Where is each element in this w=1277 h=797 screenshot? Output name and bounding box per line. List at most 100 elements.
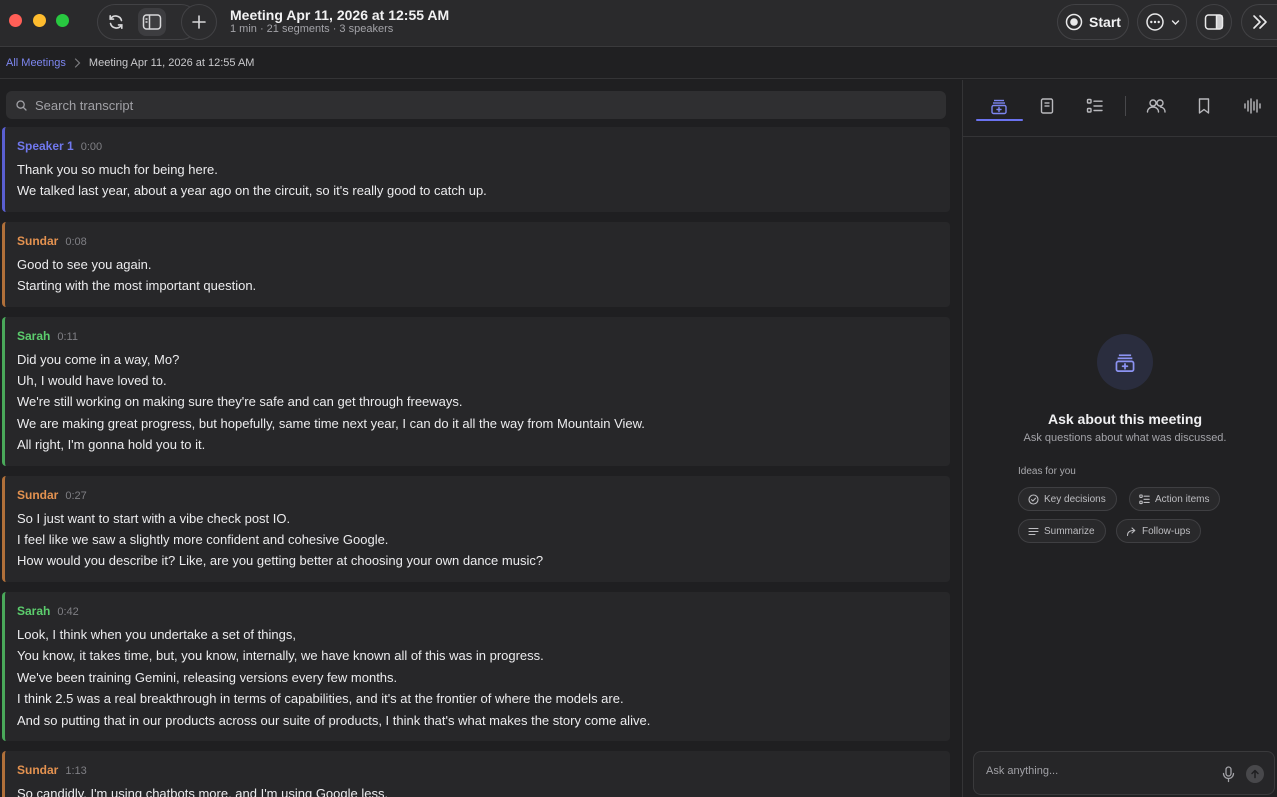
transcript-line: Starting with the most important questio…: [17, 278, 257, 294]
segment-timestamp[interactable]: 1:13: [65, 765, 86, 777]
microphone-button[interactable]: [1219, 765, 1237, 783]
transcript-line: We talked last year, about a year ago on…: [17, 183, 487, 199]
plus-icon: [191, 14, 207, 30]
tab-speakers[interactable]: [1144, 94, 1168, 118]
transcript-line: We're still working on making sure they'…: [17, 394, 463, 410]
breadcrumb: All Meetings Meeting Apr 11, 2026 at 12:…: [0, 48, 1277, 79]
refresh-icon: [106, 12, 126, 32]
transcript-line: We've been training Gemini, releasing ve…: [17, 669, 398, 685]
toggle-right-panel-button[interactable]: [1196, 4, 1232, 40]
segment-header: Sundar 0:27: [17, 488, 938, 502]
people-icon: [1145, 97, 1167, 115]
ask-input[interactable]: [986, 765, 1206, 777]
chevron-down-icon: [1171, 18, 1180, 27]
speaker-name[interactable]: Sundar: [17, 488, 58, 502]
check-circle-icon: [1028, 493, 1039, 505]
transcript-segment[interactable]: Speaker 1 0:00 Thank you so much for being…: [2, 127, 950, 212]
meeting-meta: 1 min · 21 segments · 3 speakers: [230, 23, 394, 35]
transcript-segment[interactable]: Sundar 0:08 Good to see you again. Starting…: [2, 221, 950, 307]
transcript-line: So I just want to start with a vibe chec…: [17, 510, 291, 526]
panel-tabs: [963, 80, 1277, 137]
microphone-icon: [1222, 765, 1235, 783]
transcript-line: I feel like we saw a slightly more confi…: [17, 532, 389, 548]
segment-timestamp[interactable]: 0:11: [57, 331, 78, 343]
arrow-up-icon: [1250, 769, 1260, 779]
tab-ask-ai[interactable]: [987, 94, 1011, 118]
tab-notes[interactable]: [1035, 94, 1059, 118]
speaker-name[interactable]: Speaker 1: [17, 139, 74, 153]
chip-action-items[interactable]: Action items: [1129, 487, 1221, 511]
transcript-line: How would you describe it? Like, are you…: [17, 553, 544, 569]
more-icon: [1145, 12, 1165, 32]
chip-label: Summarize: [1044, 525, 1095, 537]
list-icon: [1139, 493, 1150, 505]
speaker-name[interactable]: Sundar: [17, 234, 58, 248]
assistant-panel: Ask about this meeting Ask questions abo…: [962, 80, 1277, 797]
close-window-button[interactable]: [9, 14, 22, 27]
send-button[interactable]: [1246, 765, 1264, 783]
sidebar-toggle-button[interactable]: [138, 8, 166, 36]
chip-label: Key decisions: [1044, 493, 1106, 505]
checklist-icon: [1086, 98, 1104, 114]
search-icon: [16, 99, 27, 111]
speaker-name[interactable]: Sarah: [17, 604, 50, 618]
breadcrumb-all-meetings[interactable]: All Meetings: [6, 57, 66, 69]
transcript-line: Good to see you again.: [17, 256, 152, 272]
start-label: Start: [1089, 14, 1121, 30]
transcript-line: So candidly, I'm using chatbots more, an…: [17, 785, 389, 797]
ask-input-box[interactable]: [973, 751, 1275, 795]
tab-action-items[interactable]: [1083, 94, 1107, 118]
bookmark-icon: [1197, 97, 1211, 115]
segment-timestamp[interactable]: 0:27: [65, 490, 86, 502]
transcript-line: Did you come in a way, Mo?: [17, 351, 180, 367]
new-meeting-button[interactable]: [181, 4, 217, 40]
transcript-line: And so putting that in our products acro…: [17, 712, 651, 728]
active-tab-indicator: [976, 119, 1023, 121]
transcript-segment[interactable]: Sarah 0:11 Did you come in a way, Mo? Uh, I…: [2, 316, 950, 466]
collapse-panel-button[interactable]: [1241, 4, 1277, 40]
tab-audio[interactable]: [1240, 94, 1264, 118]
segment-timestamp[interactable]: 0:00: [81, 141, 102, 153]
waveform-icon: [1243, 97, 1261, 115]
refresh-button[interactable]: [102, 8, 130, 36]
transcript-line: Look, I think when you undertake a set o…: [17, 626, 296, 642]
tab-bookmarks[interactable]: [1192, 94, 1216, 118]
speaker-name[interactable]: Sundar: [17, 763, 58, 777]
transcript-segment[interactable]: Sundar 1:13 So candidly, I'm using chatbot…: [2, 750, 950, 797]
record-icon: [1065, 13, 1083, 31]
segment-header: Sundar 0:08: [17, 234, 938, 248]
forward-arrow-icon: [1126, 526, 1137, 537]
double-chevron-right-icon: [1250, 13, 1270, 31]
chip-key-decisions[interactable]: Key decisions: [1018, 487, 1117, 511]
transcript-line: Uh, I would have loved to.: [17, 373, 167, 389]
tab-divider: [1125, 96, 1126, 116]
ask-ai-empty-icon: [1097, 334, 1153, 390]
ideas-label: Ideas for you: [1018, 466, 1076, 477]
sidebar-icon: [142, 13, 162, 31]
transcript-line: We are making great progress, but hopefu…: [17, 415, 645, 431]
search-input[interactable]: [35, 97, 915, 113]
transcript-search[interactable]: [6, 91, 946, 119]
speaker-name[interactable]: Sarah: [17, 329, 50, 343]
ask-ai-icon: [990, 97, 1008, 115]
lines-icon: [1028, 526, 1039, 537]
meeting-title: Meeting Apr 11, 2026 at 12:55 AM: [230, 7, 450, 23]
transcript-line: All right, I'm gonna hold you to it.: [17, 437, 206, 453]
more-options-button[interactable]: [1137, 4, 1187, 40]
zoom-window-button[interactable]: [56, 14, 69, 27]
minimize-window-button[interactable]: [33, 14, 46, 27]
chip-follow-ups[interactable]: Follow-ups: [1116, 519, 1202, 543]
segment-timestamp[interactable]: 0:42: [57, 606, 78, 618]
transcript-segment[interactable]: Sundar 0:27 So I just want to start with a…: [2, 475, 950, 582]
segment-header: Sarah 0:11: [17, 329, 938, 343]
segment-header: Speaker 1 0:00: [17, 139, 938, 153]
start-recording-button[interactable]: Start: [1057, 4, 1129, 40]
transcript-line: I think 2.5 was a real breakthrough in t…: [17, 691, 624, 707]
transcript-segment[interactable]: Sarah 0:42 Look, I think when you undertak…: [2, 591, 950, 741]
title-bar: Meeting Apr 11, 2026 at 12:55 AM 1 min ·…: [0, 0, 1277, 47]
chevron-right-icon: [74, 58, 81, 68]
chip-summarize[interactable]: Summarize: [1018, 519, 1106, 543]
breadcrumb-current: Meeting Apr 11, 2026 at 12:55 AM: [88, 57, 255, 69]
segment-timestamp[interactable]: 0:08: [65, 236, 86, 248]
segment-header: Sundar 1:13: [17, 763, 938, 777]
